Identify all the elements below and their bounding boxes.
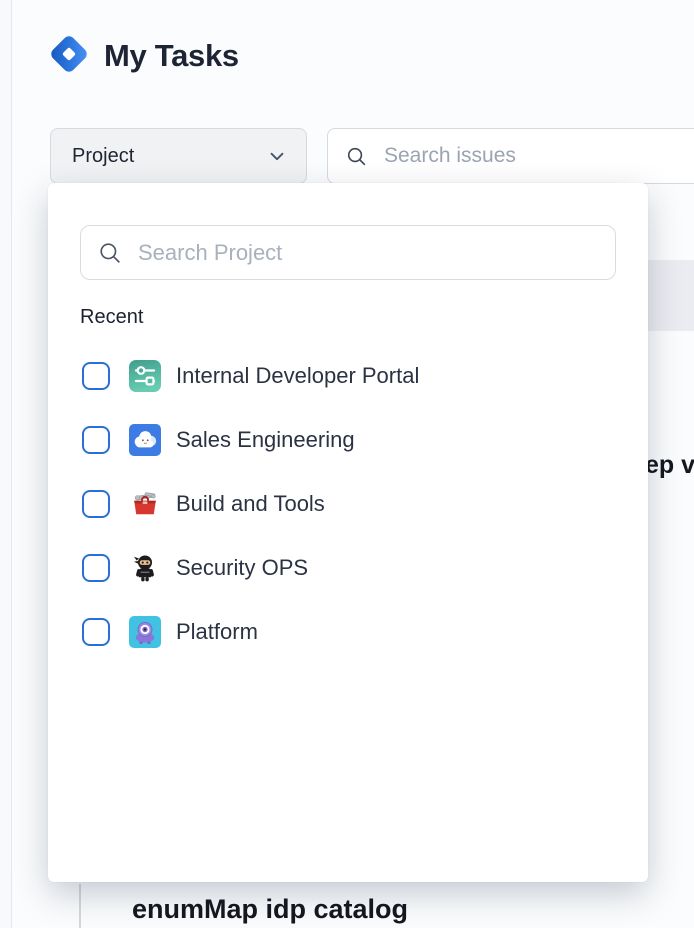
project-search-field[interactable] xyxy=(80,225,616,280)
search-issues-input[interactable] xyxy=(382,143,646,169)
search-icon xyxy=(345,145,368,168)
project-filter-button[interactable]: Project xyxy=(50,128,307,184)
project-search-input[interactable] xyxy=(136,239,570,267)
project-checkbox[interactable] xyxy=(82,426,110,454)
project-checkbox[interactable] xyxy=(82,490,110,518)
partial-heading-right: ep v xyxy=(645,451,694,480)
recent-section-label: Recent xyxy=(80,306,143,329)
project-option-label: Security OPS xyxy=(176,555,308,581)
project-option-label: Platform xyxy=(176,619,258,645)
row-left-border xyxy=(79,884,81,928)
ninja-project-icon xyxy=(129,552,161,584)
toolbox-project-icon xyxy=(129,488,161,520)
my-tasks-page: My Tasks Project ep v enumMap idp catalo… xyxy=(0,0,694,928)
project-option-label: Sales Engineering xyxy=(176,427,355,453)
cloud-project-icon xyxy=(129,424,161,456)
project-filter-label: Project xyxy=(72,145,134,168)
page-title: My Tasks xyxy=(104,38,239,74)
project-option-sales-engineering[interactable]: Sales Engineering xyxy=(48,408,648,472)
search-icon xyxy=(97,240,123,266)
project-filter-dropdown: Recent xyxy=(48,183,648,882)
project-checkbox[interactable] xyxy=(82,618,110,646)
project-option-build-and-tools[interactable]: Build and Tools xyxy=(48,472,648,536)
chevron-down-icon xyxy=(266,145,288,167)
partial-heading-bottom: enumMap idp catalog xyxy=(132,894,408,925)
project-option-internal-developer-portal[interactable]: Internal Developer Portal xyxy=(48,344,648,408)
project-option-label: Internal Developer Portal xyxy=(176,363,419,389)
search-issues-field[interactable] xyxy=(327,128,694,184)
sliders-project-icon xyxy=(129,360,161,392)
alien-project-icon xyxy=(129,616,161,648)
project-option-security-ops[interactable]: Security OPS xyxy=(48,536,648,600)
project-checkbox[interactable] xyxy=(82,362,110,390)
jira-diamond-logo xyxy=(47,32,91,76)
project-option-label: Build and Tools xyxy=(176,491,325,517)
project-list: Internal Developer Portal xyxy=(48,344,648,664)
project-option-platform[interactable]: Platform xyxy=(48,600,648,664)
left-rail-divider xyxy=(0,0,12,928)
project-checkbox[interactable] xyxy=(82,554,110,582)
